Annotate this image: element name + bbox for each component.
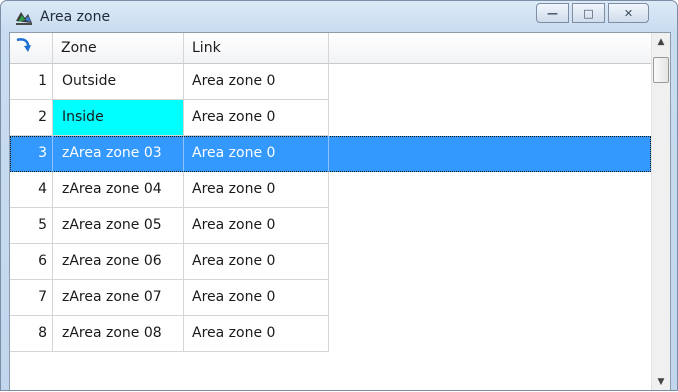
column-header-zone[interactable]: Zone	[53, 33, 184, 64]
refresh-arrow-icon	[16, 38, 31, 52]
table-row[interactable]: 7 zArea zone 07 Area zone 0	[10, 280, 651, 316]
zone-cell[interactable]: zArea zone 08	[53, 316, 184, 352]
zone-grid: Zone Link 1 Outside Area zone 0 2 Inside…	[10, 33, 651, 390]
maximize-button[interactable]: □	[572, 3, 605, 23]
zone-cell[interactable]: Outside	[53, 64, 184, 100]
link-cell[interactable]: Area zone 0	[184, 172, 329, 208]
table-row[interactable]: 4 zArea zone 04 Area zone 0	[10, 172, 651, 208]
zone-cell[interactable]: zArea zone 07	[53, 280, 184, 316]
link-cell[interactable]: Area zone 0	[184, 136, 329, 172]
maximize-icon: □	[583, 6, 594, 20]
table-row[interactable]: 6 zArea zone 06 Area zone 0	[10, 244, 651, 280]
table-row-selected[interactable]: 3 zArea zone 03 Area zone 0	[10, 136, 651, 172]
row-number: 6	[10, 244, 53, 280]
close-button[interactable]: ✕	[608, 3, 649, 23]
zone-cell[interactable]: zArea zone 03	[53, 136, 184, 172]
table-row[interactable]: 5 zArea zone 05 Area zone 0	[10, 208, 651, 244]
area-zone-window: Area zone — □ ✕ Zone Link 1 Outside Area…	[0, 0, 678, 391]
caption-buttons: — □ ✕	[536, 3, 649, 23]
row-number: 5	[10, 208, 53, 244]
table-row[interactable]: 8 zArea zone 08 Area zone 0	[10, 316, 651, 352]
row-number: 1	[10, 64, 53, 100]
scrollbar-thumb[interactable]	[653, 57, 669, 83]
link-cell[interactable]: Area zone 0	[184, 100, 329, 136]
window-title: Area zone	[40, 9, 111, 25]
column-header-link[interactable]: Link	[184, 33, 329, 64]
row-number: 8	[10, 316, 53, 352]
row-number: 3	[10, 136, 53, 172]
scroll-up-arrow-icon[interactable]: ▲	[652, 33, 670, 51]
row-number: 7	[10, 280, 53, 316]
title-bar[interactable]: Area zone — □ ✕	[1, 1, 677, 29]
column-header-empty	[329, 33, 651, 64]
header-corner[interactable]	[10, 33, 53, 64]
close-icon: ✕	[623, 6, 634, 20]
link-cell[interactable]: Area zone 0	[184, 208, 329, 244]
zone-cell[interactable]: Inside	[53, 100, 184, 136]
link-cell[interactable]: Area zone 0	[184, 316, 329, 352]
vertical-scrollbar[interactable]: ▲ ▼	[651, 33, 670, 390]
zone-cell[interactable]: zArea zone 04	[53, 172, 184, 208]
row-number: 2	[10, 100, 53, 136]
area-zone-app-icon	[14, 9, 34, 27]
zone-cell[interactable]: zArea zone 06	[53, 244, 184, 280]
scroll-down-arrow-icon[interactable]: ▼	[652, 373, 670, 390]
minimize-button[interactable]: —	[536, 3, 569, 23]
zone-table-panel: Zone Link 1 Outside Area zone 0 2 Inside…	[9, 32, 671, 390]
link-cell[interactable]: Area zone 0	[184, 64, 329, 100]
link-cell[interactable]: Area zone 0	[184, 280, 329, 316]
row-number: 4	[10, 172, 53, 208]
link-cell[interactable]: Area zone 0	[184, 244, 329, 280]
minimize-icon: —	[547, 6, 558, 20]
zone-cell[interactable]: zArea zone 05	[53, 208, 184, 244]
table-row[interactable]: 1 Outside Area zone 0	[10, 64, 651, 100]
table-row[interactable]: 2 Inside Area zone 0	[10, 100, 651, 136]
